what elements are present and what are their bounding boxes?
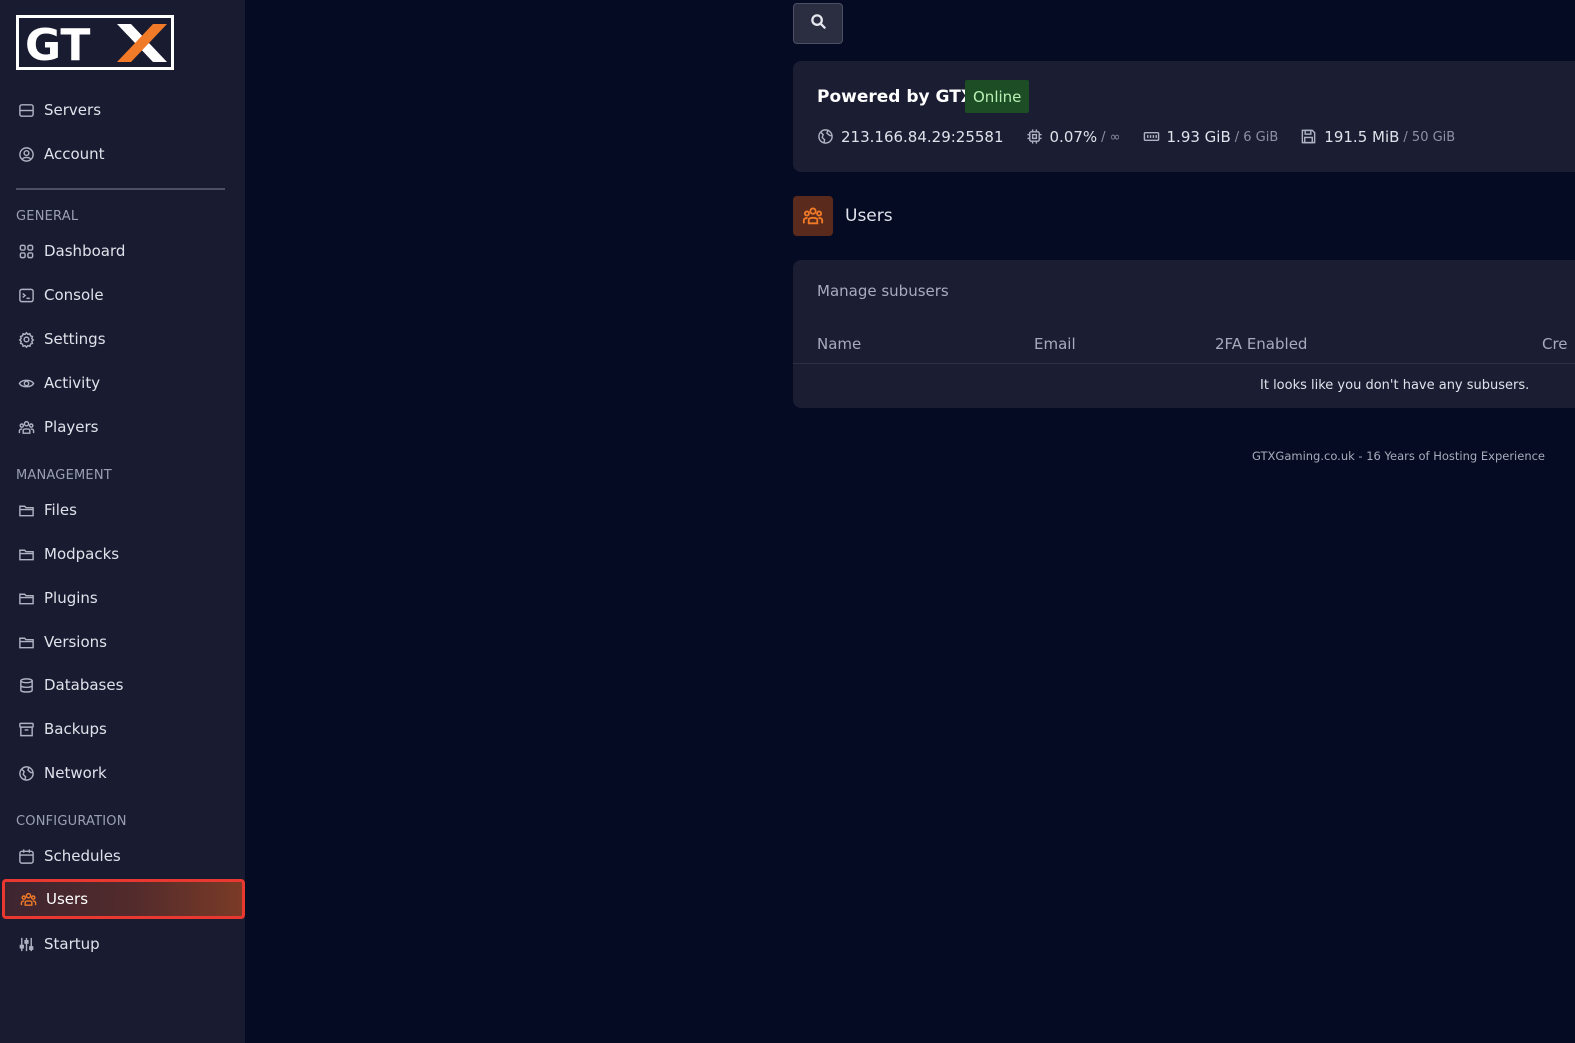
column-header-2fa: 2FA Enabled [1215,335,1308,353]
sidebar-item-network[interactable]: Network [0,755,245,791]
sidebar-item-label: Console [44,286,104,304]
memory-icon [1143,128,1161,146]
sidebar-item-users[interactable]: Users [2,879,245,919]
page-title: Users [845,206,893,226]
archive-icon [17,720,35,738]
svg-text:GT: GT [25,20,90,66]
sidebar-item-versions[interactable]: Versions [0,624,245,660]
table-divider [793,363,1575,364]
users-group-icon [19,890,37,908]
sidebar-item-label: Users [46,890,89,908]
sidebar-item-dashboard[interactable]: Dashboard [0,233,245,269]
disk-value: 191.5 MiB [1324,128,1400,146]
sidebar-item-activity[interactable]: Activity [0,365,245,401]
disk-limit: / 50 GiB [1403,129,1456,145]
server-stats: 213.166.84.29:25581 0.07% / ∞ 1.93 GiB /… [817,127,1477,147]
sidebar-item-label: Modpacks [44,545,120,563]
column-header-email: Email [1034,335,1076,353]
cpu-icon [1026,128,1044,146]
grid-icon [17,242,35,260]
save-disk-icon [1300,128,1318,146]
memory-value: 1.93 GiB [1166,128,1231,146]
server-name: Powered by GTX [817,87,974,107]
column-header-name: Name [817,335,862,353]
sidebar-item-label: Account [44,145,105,163]
sidebar-item-label: Files [44,501,77,519]
sidebar-item-label: Activity [44,374,101,392]
sidebar-item-label: Dashboard [44,242,126,260]
section-label-management: MANAGEMENT [16,468,112,483]
subusers-card: Manage subusers Name Email 2FA Enabled C… [793,260,1575,408]
sidebar-item-startup[interactable]: Startup [0,926,245,962]
footer-text: GTXGaming.co.uk - 16 Years of Hosting Ex… [1252,449,1546,463]
sidebar-item-label: Versions [44,633,107,651]
sidebar-item-label: Databases [44,676,124,694]
server-info-card: Powered by GTX Online 213.166.84.29:2558… [793,61,1575,172]
sidebar-item-label: Schedules [44,847,121,865]
sidebar-item-settings[interactable]: Settings [0,321,245,357]
section-label-general: GENERAL [16,209,79,224]
status-badge: Online [965,80,1030,113]
database-icon [17,676,35,694]
cpu-usage: 0.07% / ∞ [1026,128,1121,146]
folder-icon [17,545,35,563]
sidebar-item-modpacks[interactable]: Modpacks [0,536,245,572]
calendar-icon [17,847,35,865]
sidebar-item-files[interactable]: Files [0,492,245,528]
sidebar-divider [16,188,225,190]
column-header-created: Cre [1542,335,1568,353]
empty-state-message: It looks like you don't have any subuser… [1260,378,1530,393]
eye-icon [17,374,35,392]
cpu-value: 0.07% [1049,128,1098,146]
sidebar-item-account[interactable]: Account [0,136,245,172]
cpu-limit: / ∞ [1101,129,1121,145]
search-button[interactable] [793,3,843,44]
memory-usage: 1.93 GiB / 6 GiB [1143,128,1279,146]
gtx-logo[interactable]: GT [16,15,174,70]
page-header: Users [793,196,893,236]
card-subtitle: Manage subusers [817,282,949,300]
sidebar-item-databases[interactable]: Databases [0,667,245,703]
terminal-icon [17,286,35,304]
sidebar-item-schedules[interactable]: Schedules [0,838,245,874]
section-label-configuration: CONFIGURATION [16,814,127,829]
users-group-icon [793,196,833,236]
folder-icon [17,501,35,519]
sidebar: GT Servers Account GENERAL Dashboard Con… [0,0,245,1043]
server-address[interactable]: 213.166.84.29:25581 [817,128,1004,146]
disk-usage: 191.5 MiB / 50 GiB [1300,128,1455,146]
sidebar-item-backups[interactable]: Backups [0,711,245,747]
sidebar-item-label: Plugins [44,589,98,607]
address-value: 213.166.84.29:25581 [841,128,1004,146]
user-circle-icon [17,145,35,163]
gear-icon [17,330,35,348]
globe-icon [817,128,835,146]
sliders-icon [17,935,35,953]
sidebar-item-label: Network [44,764,107,782]
sidebar-item-servers[interactable]: Servers [0,92,245,128]
sidebar-item-plugins[interactable]: Plugins [0,580,245,616]
folder-icon [17,633,35,651]
sidebar-item-label: Servers [44,101,102,119]
sidebar-item-players[interactable]: Players [0,409,245,445]
sidebar-item-console[interactable]: Console [0,277,245,313]
globe-icon [17,764,35,782]
sidebar-item-label: Settings [44,330,106,348]
servers-icon [17,101,35,119]
sidebar-item-label: Backups [44,720,107,738]
sidebar-item-label: Startup [44,935,100,953]
folder-icon [17,589,35,607]
sidebar-item-label: Players [44,418,99,436]
search-icon [810,13,827,34]
memory-limit: / 6 GiB [1234,129,1279,145]
users-group-icon [17,418,35,436]
